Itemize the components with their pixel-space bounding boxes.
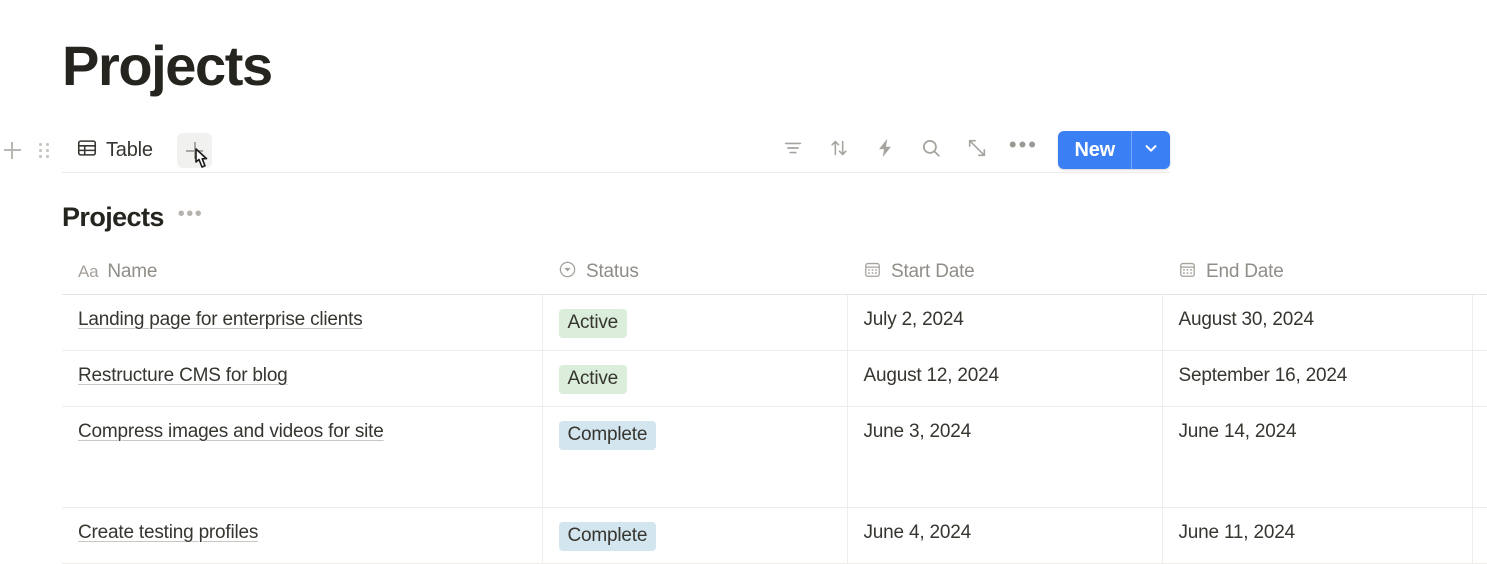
more-options-icon: ••• bbox=[1008, 132, 1039, 157]
expand-icon bbox=[966, 137, 988, 164]
cell-extra[interactable] bbox=[1472, 406, 1487, 508]
cell-status[interactable]: Active bbox=[542, 350, 848, 407]
automation-button[interactable] bbox=[862, 128, 908, 172]
cell-name[interactable]: Landing page for enterprise clients bbox=[62, 294, 543, 351]
expand-button[interactable] bbox=[954, 128, 1000, 172]
add-view-button[interactable] bbox=[177, 133, 212, 168]
start-date-value: August 12, 2024 bbox=[863, 365, 1000, 386]
column-header-start-date[interactable]: Start Date bbox=[847, 250, 1162, 295]
cell-extra[interactable] bbox=[1472, 350, 1487, 407]
drag-handle-button[interactable] bbox=[32, 138, 56, 162]
cell-extra[interactable] bbox=[1472, 507, 1487, 564]
cell-end-date[interactable]: August 30, 2024 bbox=[1162, 294, 1473, 351]
start-date-value: July 2, 2024 bbox=[863, 309, 964, 330]
notion-database-page: Projects Table ••• New Projects ••• Aa N… bbox=[0, 0, 1487, 564]
search-button[interactable] bbox=[908, 128, 954, 172]
sort-button[interactable] bbox=[816, 128, 862, 172]
cell-start-date[interactable]: June 3, 2024 bbox=[847, 406, 1163, 508]
cell-start-date[interactable]: July 2, 2024 bbox=[847, 294, 1163, 351]
view-toolbar: Table ••• New bbox=[0, 128, 1170, 172]
database-options-icon[interactable]: ••• bbox=[178, 204, 204, 226]
select-circle-icon bbox=[558, 260, 577, 285]
cell-start-date[interactable]: August 12, 2024 bbox=[847, 350, 1163, 407]
end-date-value: June 11, 2024 bbox=[1178, 522, 1296, 543]
status-badge: Complete bbox=[558, 421, 657, 450]
view-toolbar-divider bbox=[62, 172, 1170, 173]
column-header-extra[interactable] bbox=[1472, 250, 1487, 295]
table-row[interactable]: Create testing profiles Complete June 4,… bbox=[62, 507, 1487, 564]
drag-handle-icon bbox=[39, 142, 49, 158]
plus-icon bbox=[186, 142, 203, 159]
column-header-start-date-label: Start Date bbox=[891, 261, 975, 282]
cell-name[interactable]: Restructure CMS for blog bbox=[62, 350, 543, 407]
column-header-end-date[interactable]: End Date bbox=[1162, 250, 1472, 295]
cell-name[interactable]: Compress images and videos for site bbox=[62, 406, 543, 508]
calendar-icon bbox=[863, 260, 882, 285]
sort-icon bbox=[828, 137, 850, 164]
cell-end-date[interactable]: June 11, 2024 bbox=[1162, 507, 1473, 564]
row-name-link[interactable]: Landing page for enterprise clients bbox=[78, 309, 363, 330]
new-button-group[interactable]: New bbox=[1058, 131, 1170, 169]
database-title[interactable]: Projects bbox=[62, 202, 164, 233]
table-icon bbox=[76, 137, 98, 164]
table-body: Landing page for enterprise clients Acti… bbox=[62, 294, 1487, 564]
row-name-link[interactable]: Restructure CMS for blog bbox=[78, 365, 288, 386]
start-date-value: June 4, 2024 bbox=[863, 522, 972, 543]
cell-end-date[interactable]: September 16, 2024 bbox=[1162, 350, 1473, 407]
projects-table: Aa Name Status Start Date End Date Landi… bbox=[62, 250, 1487, 564]
new-button[interactable]: New bbox=[1058, 131, 1131, 169]
table-header-row: Aa Name Status Start Date End Date bbox=[62, 250, 1487, 295]
view-tool-buttons: ••• New bbox=[770, 128, 1170, 172]
filter-icon bbox=[782, 137, 804, 164]
status-badge: Active bbox=[558, 365, 628, 394]
start-date-value: June 3, 2024 bbox=[863, 421, 972, 442]
calendar-icon bbox=[1178, 260, 1197, 285]
cell-start-date[interactable]: June 4, 2024 bbox=[847, 507, 1163, 564]
end-date-value: August 30, 2024 bbox=[1178, 309, 1315, 330]
table-row[interactable]: Landing page for enterprise clients Acti… bbox=[62, 294, 1487, 351]
automation-lightning-icon bbox=[874, 137, 896, 164]
status-badge: Active bbox=[558, 309, 628, 338]
column-header-name[interactable]: Aa Name bbox=[62, 250, 542, 295]
database-title-row: Projects ••• bbox=[62, 202, 203, 233]
cell-extra[interactable] bbox=[1472, 294, 1487, 351]
cell-name[interactable]: Create testing profiles bbox=[62, 507, 543, 564]
search-icon bbox=[920, 137, 942, 164]
end-date-value: June 14, 2024 bbox=[1178, 421, 1297, 442]
title-text-icon: Aa bbox=[78, 262, 99, 281]
more-options-button[interactable]: ••• bbox=[1000, 123, 1046, 177]
tab-table-view[interactable]: Table bbox=[70, 134, 159, 166]
plus-icon bbox=[3, 141, 21, 159]
page-title: Projects bbox=[62, 34, 273, 97]
table-row[interactable]: Restructure CMS for blog Active August 1… bbox=[62, 350, 1487, 407]
end-date-value: September 16, 2024 bbox=[1178, 365, 1348, 386]
cell-status[interactable]: Complete bbox=[542, 507, 848, 564]
chevron-down-icon bbox=[1142, 139, 1160, 162]
row-name-link[interactable]: Create testing profiles bbox=[78, 522, 258, 543]
row-name-link[interactable]: Compress images and videos for site bbox=[78, 421, 384, 442]
column-header-name-label: Name bbox=[107, 261, 158, 282]
status-badge: Complete bbox=[558, 522, 657, 551]
cell-status[interactable]: Complete bbox=[542, 406, 848, 508]
table-row[interactable]: Compress images and videos for site Comp… bbox=[62, 406, 1487, 508]
filter-button[interactable] bbox=[770, 128, 816, 172]
cell-status[interactable]: Active bbox=[542, 294, 848, 351]
add-block-button[interactable] bbox=[0, 138, 24, 162]
column-header-end-date-label: End Date bbox=[1206, 261, 1284, 282]
column-header-status-label: Status bbox=[586, 261, 639, 282]
new-button-dropdown[interactable] bbox=[1131, 131, 1170, 169]
cell-end-date[interactable]: June 14, 2024 bbox=[1162, 406, 1473, 508]
tab-table-label: Table bbox=[106, 138, 153, 161]
column-header-status[interactable]: Status bbox=[542, 250, 847, 295]
